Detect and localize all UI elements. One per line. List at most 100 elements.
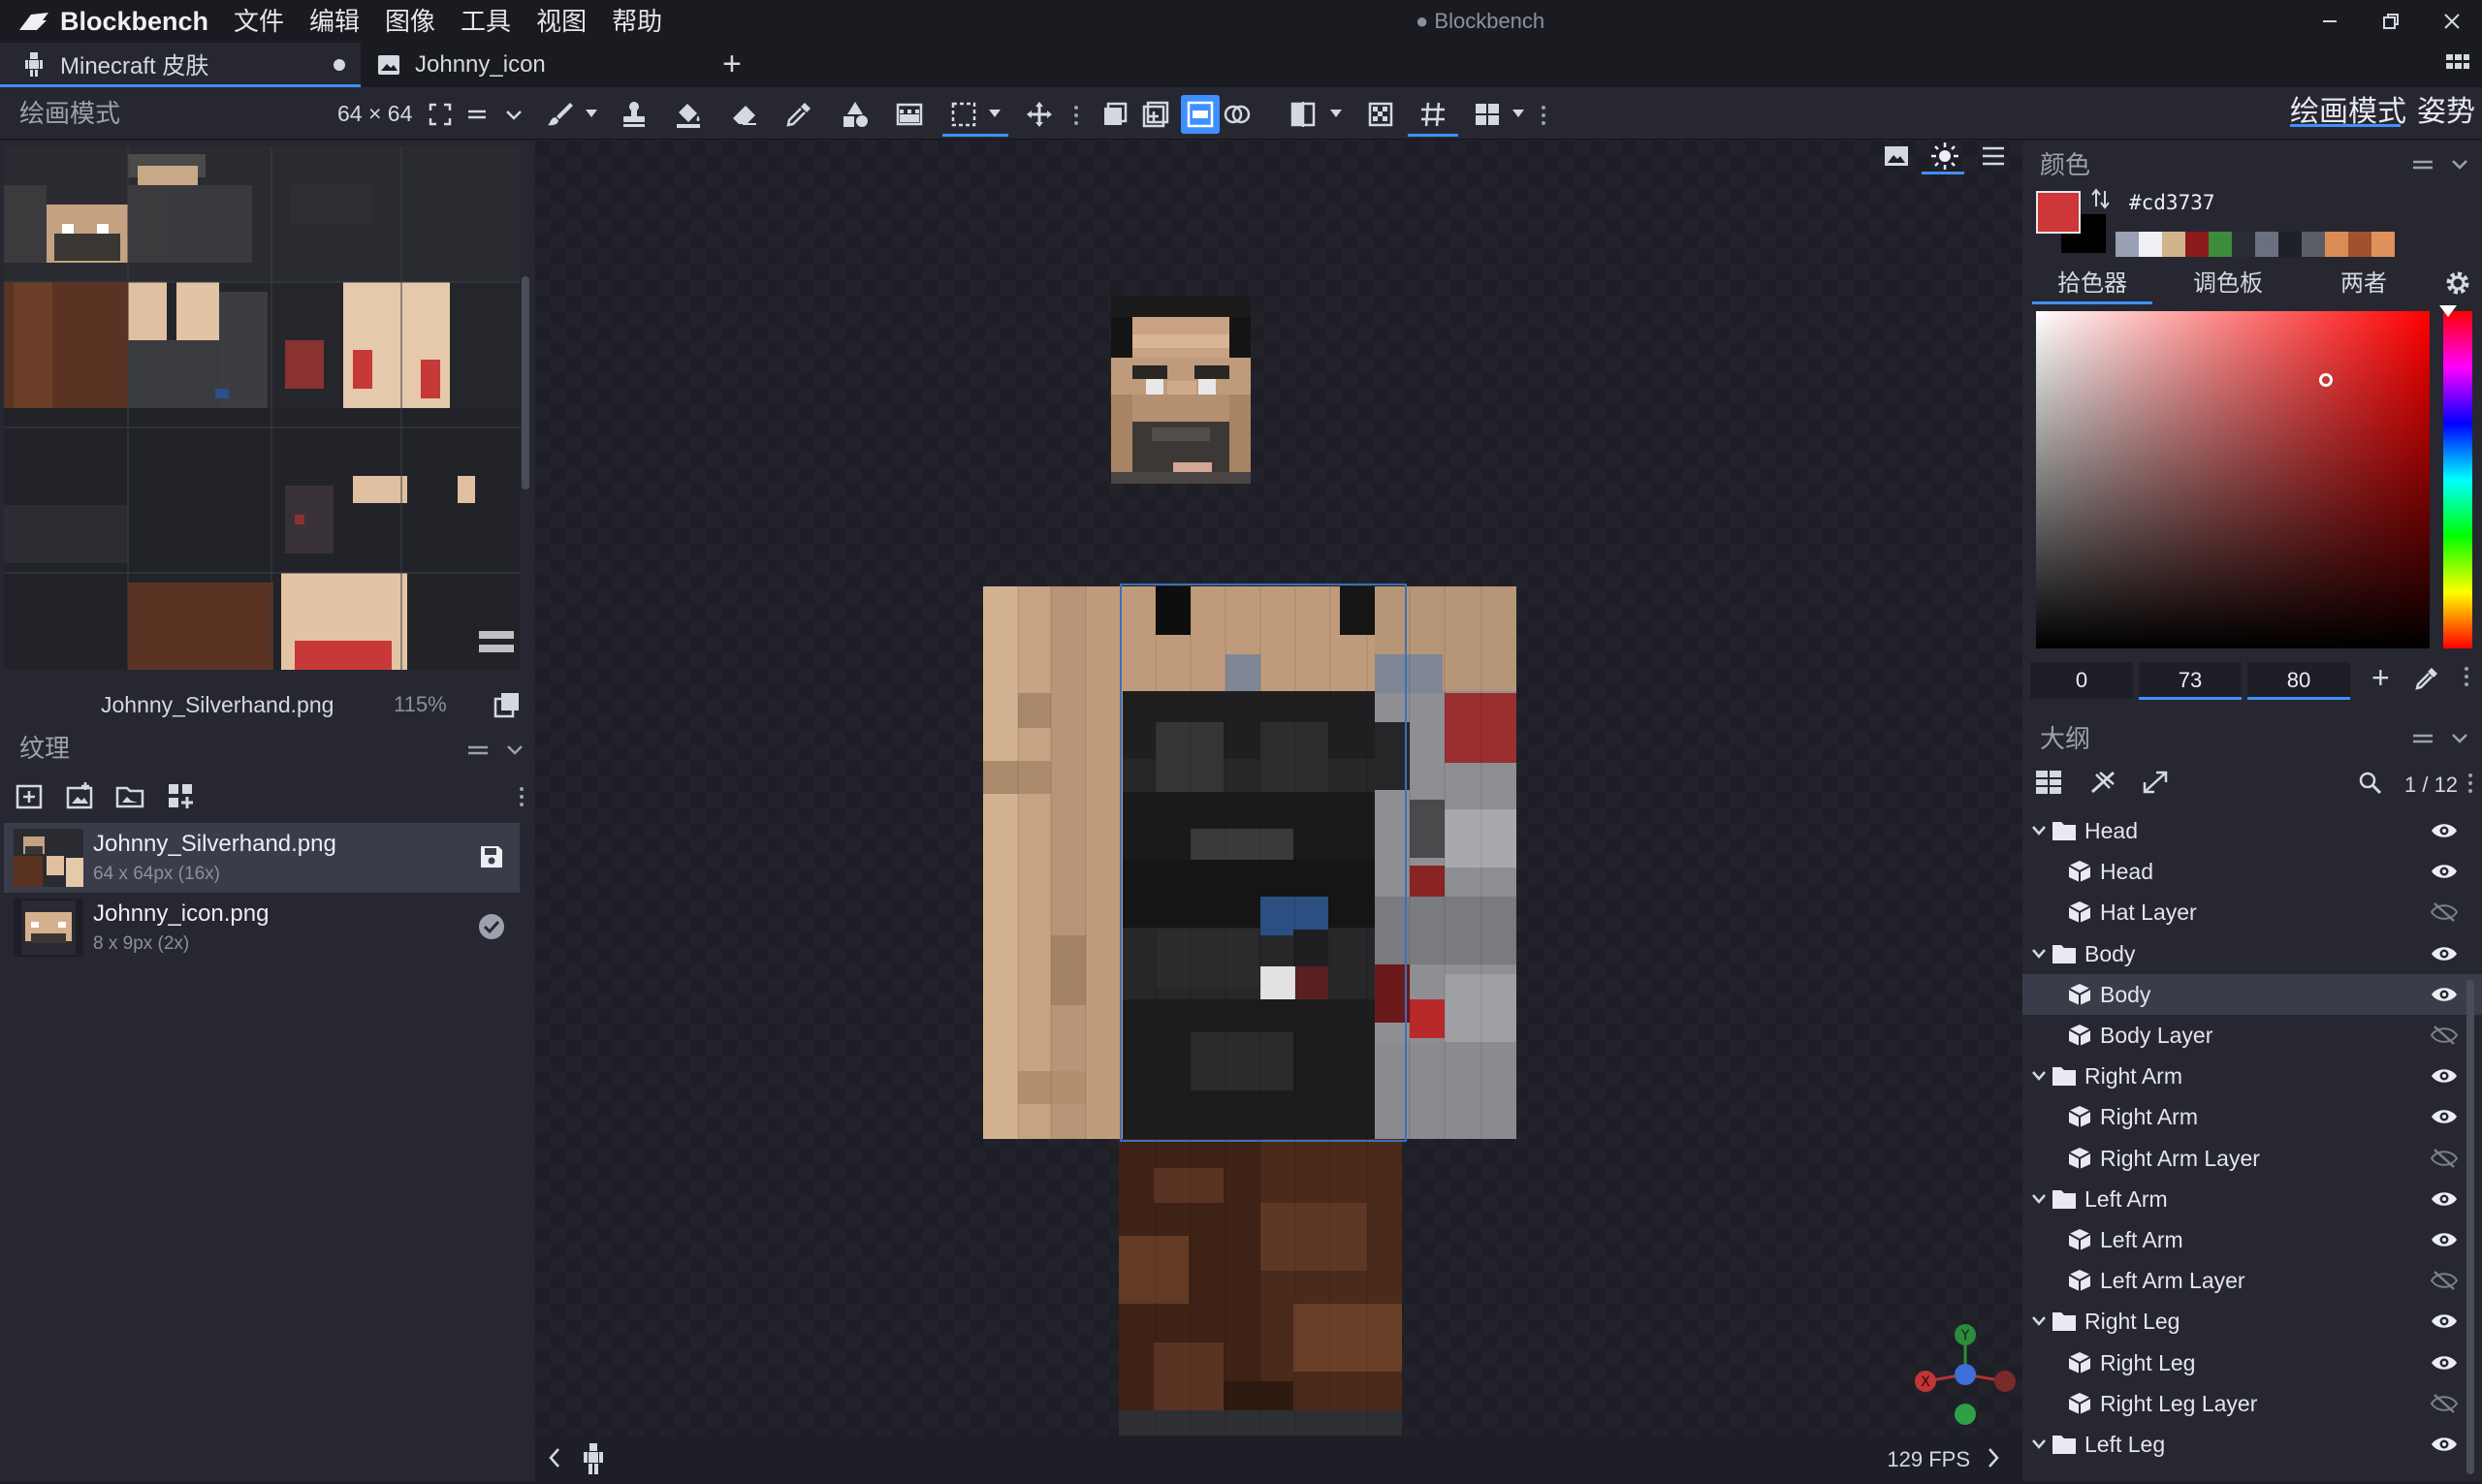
outliner-group-row[interactable]: Right Leg [2022,1301,2482,1342]
hue-slider[interactable] [2443,311,2472,648]
panel-menu-icon[interactable] [2410,728,2435,749]
outliner-cube-row[interactable]: Right Leg [2022,1342,2482,1383]
hue-input[interactable]: 0 [2030,662,2133,699]
mode-tab-paint[interactable]: 绘画模式 [2290,87,2406,140]
eye-icon[interactable] [2430,1188,2459,1210]
mirror-painting-button[interactable] [1181,95,1220,134]
fill-tool-button[interactable] [673,99,704,130]
axis-gizmo[interactable]: Y X [1912,1321,2019,1428]
palette-swatch[interactable] [2209,232,2232,257]
outliner-cube-row[interactable]: Left Arm Layer [2022,1260,2482,1301]
new-tab-button[interactable]: + [722,43,742,87]
chevron-down-icon[interactable] [2447,728,2472,749]
uv-vertical-scrollbar[interactable] [522,276,529,489]
saturation-input[interactable]: 73 [2139,662,2242,699]
eye-off-icon[interactable] [2430,1393,2459,1414]
more-vertical-icon[interactable] [520,786,524,807]
new-texture-button[interactable] [14,780,45,811]
close-button[interactable] [2421,0,2482,43]
tab-minecraft-skin[interactable]: Minecraft 皮肤 [0,43,361,87]
color-tab-picker[interactable]: 拾色器 [2032,265,2152,303]
copy-icon[interactable] [493,690,522,719]
color-tab-palette[interactable]: 调色板 [2168,265,2288,303]
more-vertical-icon[interactable] [1542,105,1545,126]
open-folder-button[interactable] [114,780,145,811]
add-layer-button[interactable] [1140,99,1171,130]
eye-icon[interactable] [2430,1352,2459,1373]
skin-texture-canvas[interactable] [4,146,520,670]
save-icon[interactable] [477,842,506,871]
caret-down-icon[interactable] [586,109,597,118]
swap-colors-icon[interactable] [2090,187,2112,210]
skin-model-front[interactable] [535,141,2022,1436]
eye-icon[interactable] [2430,861,2459,882]
chevron-down-icon[interactable] [2030,1068,2048,1084]
chevron-down-icon[interactable] [2030,1313,2048,1329]
more-vertical-icon[interactable] [2465,666,2468,687]
eye-icon[interactable] [2430,820,2459,841]
expand-diagonal-icon[interactable] [2141,769,2170,796]
mirror-mode-button[interactable] [1288,99,1319,130]
palette-swatch[interactable] [2255,232,2278,257]
collapse-button[interactable] [498,99,529,130]
texture-item[interactable]: Johnny_icon.png 8 x 9px (2x) [4,893,520,963]
eye-off-icon[interactable] [2430,1025,2459,1046]
palette-swatch[interactable] [2162,232,2185,257]
panel-menu-icon[interactable] [465,740,491,761]
panel-menu-icon[interactable] [2410,154,2435,175]
outliner-group-row[interactable]: Left Leg [2022,1424,2482,1465]
search-icon[interactable] [2358,771,2383,796]
uv-texture-editor[interactable] [4,146,520,670]
layout-button[interactable] [1472,99,1503,130]
outliner-cube-row[interactable]: Body Layer [2022,1015,2482,1056]
eye-icon[interactable] [2430,1106,2459,1127]
menu-view[interactable]: 视图 [524,0,599,43]
gradient-tool-button[interactable] [894,99,925,130]
chevron-down-icon[interactable] [2030,1437,2048,1452]
model-body[interactable] [1123,586,1404,1139]
player-model-icon[interactable] [580,1441,607,1476]
restore-button[interactable] [2360,0,2421,43]
tab-johnny-icon[interactable]: Johnny_icon [361,43,700,87]
menu-tools[interactable]: 工具 [448,0,524,43]
eye-off-icon[interactable] [2430,1270,2459,1291]
chevron-down-icon[interactable] [2030,823,2048,838]
outliner-cube-row[interactable]: Hat Layer [2022,892,2482,932]
color-picker-tool-button[interactable] [783,99,814,130]
model-left-arm[interactable] [1375,586,1516,1139]
checkerboard-button[interactable] [1365,99,1396,130]
caret-down-icon[interactable] [1330,109,1342,118]
palette-swatch[interactable] [2278,232,2302,257]
eye-icon[interactable] [2430,1229,2459,1250]
chevron-down-icon[interactable] [2030,946,2048,962]
outliner-cube-row[interactable]: Right Arm [2022,1096,2482,1137]
texture-grid-button[interactable] [165,780,196,811]
outliner-cube-row[interactable]: Left Arm [2022,1219,2482,1260]
hue-slider-handle[interactable] [2439,305,2457,317]
palette-swatch[interactable] [2302,232,2325,257]
more-vertical-icon[interactable] [1074,105,1078,126]
value-input[interactable]: 80 [2247,662,2350,699]
outliner-cube-row[interactable]: Right Leg Layer [2022,1383,2482,1424]
palette-swatch[interactable] [2348,232,2371,257]
eye-icon[interactable] [2430,1434,2459,1455]
palette-swatch[interactable] [2139,232,2162,257]
grid-menu-icon[interactable] [2445,51,2470,77]
outliner-cube-row[interactable]: Right Arm Layer [2022,1138,2482,1179]
shape-tool-button[interactable] [840,99,871,130]
outliner-group-row[interactable]: Head [2022,810,2482,851]
more-vertical-icon[interactable] [2468,773,2472,794]
palette-swatch[interactable] [2116,232,2139,257]
chevron-down-icon[interactable] [2447,154,2472,175]
palette-swatch[interactable] [2185,232,2209,257]
stamp-tool-button[interactable] [619,99,650,130]
selection-tool-button[interactable] [948,99,979,130]
minimize-button[interactable] [2299,0,2360,43]
eye-icon[interactable] [2430,1065,2459,1087]
import-texture-button[interactable] [64,780,95,811]
eye-icon[interactable] [2430,1310,2459,1332]
panel-menu-button[interactable] [461,99,493,130]
chevron-right-icon[interactable] [1984,1445,2003,1470]
chevron-down-icon[interactable] [502,740,527,761]
model-head[interactable] [1111,296,1251,484]
